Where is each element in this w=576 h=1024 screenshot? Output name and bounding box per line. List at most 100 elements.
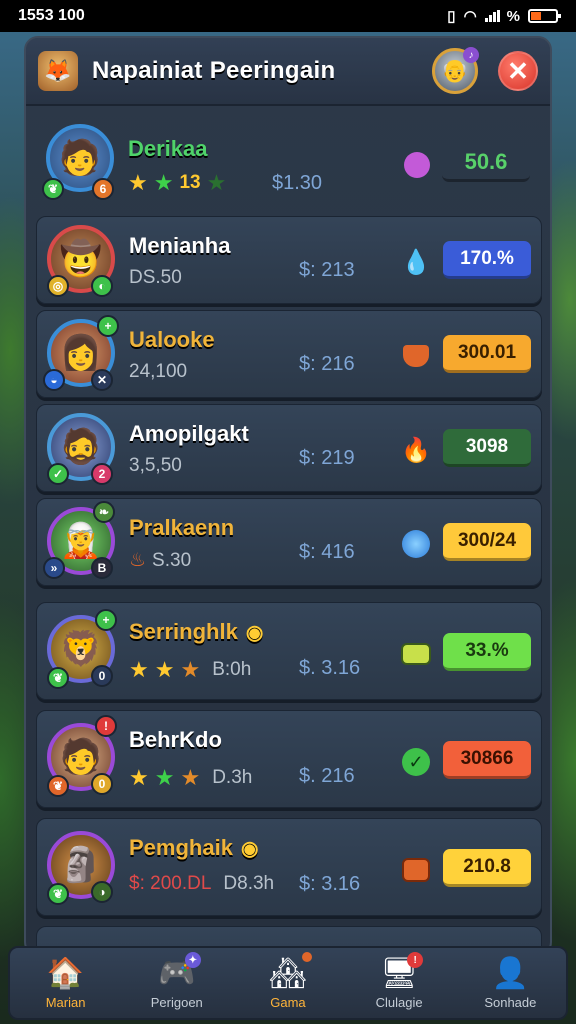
score-button[interactable]: 3098 bbox=[443, 429, 531, 467]
list-item[interactable]: 🗿 ❦ ◑ Pemghaik ◉ $: 200.DL D8.3h $: 3.16… bbox=[36, 818, 542, 916]
profile-icon: 👤 bbox=[491, 957, 530, 990]
avatar-face-icon: 🧔 bbox=[59, 428, 103, 466]
wifi-icon: ◠ bbox=[463, 8, 477, 25]
avatar-face-icon: 🧝 bbox=[59, 522, 103, 560]
player-name: Serringhlk ◉ bbox=[129, 619, 263, 645]
list-item[interactable]: 🦁 + ❦ 0 Serringhlk ◉ ★ ★ ★ B:0h $. 3.16 … bbox=[36, 602, 542, 700]
player-name: Pralkaenn bbox=[129, 515, 235, 540]
star-icon: ★ bbox=[154, 765, 175, 790]
player-stat-value: S.30 bbox=[152, 549, 192, 571]
player-stats: ★ ★ ★ B:0h bbox=[129, 657, 251, 683]
player-currency: $: 200.DL bbox=[129, 873, 212, 894]
close-icon: ✕ bbox=[507, 55, 529, 86]
score-button[interactable]: 300.01 bbox=[443, 335, 531, 373]
leaf-badge-icon: ❦ bbox=[47, 775, 69, 797]
nav-label: Perigoen bbox=[150, 994, 203, 1010]
leaf-badge-icon: ❦ bbox=[47, 883, 69, 905]
player-name-text: Serringhlk bbox=[129, 619, 238, 644]
score-button[interactable]: 210.8 bbox=[443, 849, 531, 887]
profile-avatar[interactable]: 👴 ♪ bbox=[432, 47, 479, 94]
star-icon: ★ bbox=[206, 170, 227, 195]
coin-icon: ◉ bbox=[245, 621, 264, 644]
player-stat-value: B:0h bbox=[212, 659, 252, 680]
barrel-icon bbox=[401, 855, 431, 885]
player-name: Pemghaik ◉ bbox=[129, 835, 258, 861]
player-name: Ualooke bbox=[129, 327, 215, 352]
star-icon: ★ bbox=[128, 170, 148, 195]
player-stat-value: D8.3h bbox=[223, 873, 275, 894]
panel-header: 🦊 Napainiat Peeringain 👴 ♪ ✕ bbox=[26, 38, 550, 106]
list-item[interactable]: 🤠 ◎ ◐ Menianha DS.50 $: 213 💧 170.% bbox=[36, 216, 542, 304]
player-price: $. 3.16 bbox=[299, 657, 361, 679]
list-item[interactable]: 🧑 ❦ 6 Derikaa ★ ★ 13 ★ $1.30 50.6 bbox=[36, 114, 542, 210]
leaf-badge-icon: ❦ bbox=[47, 667, 69, 689]
player-price: $: 219 bbox=[299, 447, 355, 469]
score-button[interactable]: 170.% bbox=[443, 241, 531, 279]
list-item[interactable]: 🧝 ❧ » B Pralkaenn ♨ S.30 $: 416 300/24 bbox=[36, 498, 542, 586]
status-bar: 1553 100 ▯ ◠ % bbox=[0, 0, 576, 32]
gem-icon bbox=[402, 150, 432, 180]
nav-label: Gama bbox=[270, 994, 306, 1010]
star-icon: ★ bbox=[154, 657, 175, 682]
coin-icon: ◉ bbox=[240, 837, 259, 860]
avatar-face-icon: 👩 bbox=[59, 334, 103, 372]
village-icon: 🏘 bbox=[268, 957, 308, 990]
shield-badge-icon: ◒ bbox=[43, 369, 65, 391]
rank-badge-icon: 6 bbox=[92, 178, 114, 200]
nav-item-gama[interactable]: 🏘 Gama bbox=[238, 948, 338, 1018]
nav-notification-badge bbox=[301, 952, 312, 962]
leaderboard-panel: 🦊 Napainiat Peeringain 👴 ♪ ✕ 🧑 ❦ 6 Derik… bbox=[24, 36, 552, 956]
score-button[interactable]: 33.% bbox=[443, 633, 531, 671]
droplet-icon: 💧 bbox=[401, 248, 431, 276]
player-name: BehrKdo bbox=[129, 727, 222, 752]
list-item[interactable]: 🧑 ! ❦ 0 BehrKdo ★ ★ ★ D.3h $. 216 ✓ 3086… bbox=[36, 710, 542, 808]
profile-notification-badge: ♪ bbox=[463, 47, 479, 63]
score-button[interactable]: 30866 bbox=[443, 741, 531, 779]
leaf-badge-icon: ❧ bbox=[93, 501, 115, 523]
nav-item-clulagie[interactable]: 🖥 ! Clulagie bbox=[349, 948, 449, 1018]
avatar-face-icon: 🧑 bbox=[58, 139, 102, 177]
star-icon: ★ bbox=[129, 657, 149, 682]
player-price: $1.30 bbox=[272, 172, 323, 194]
shield-icon bbox=[401, 341, 431, 371]
player-price: $: 213 bbox=[299, 259, 355, 281]
plus-badge-icon: + bbox=[97, 315, 119, 337]
list-item[interactable]: 🧔 ✓ 2 Amopilgakt 3,5,50 $: 219 🔥 3098 bbox=[36, 404, 542, 492]
checkmark-icon: ✓ bbox=[401, 747, 431, 777]
nav-item-perigoen[interactable]: 🎮 ✦ Perigoen bbox=[127, 948, 227, 1018]
profile-face-icon: 👴 bbox=[441, 58, 469, 83]
battery-icon bbox=[528, 9, 561, 23]
nav-notification-badge: ✦ bbox=[184, 952, 201, 968]
check-badge-icon: ✓ bbox=[47, 463, 69, 485]
plus-badge-icon: + bbox=[95, 609, 117, 631]
signal-icon bbox=[484, 10, 500, 22]
player-price: $. 216 bbox=[299, 765, 355, 787]
leaf-badge-icon: ◐ bbox=[91, 275, 113, 297]
nav-item-marian[interactable]: 🏠 Marian bbox=[16, 948, 116, 1018]
vibrate-icon: ▯ bbox=[447, 8, 456, 25]
nav-item-sonhade[interactable]: 👤 Sonhade bbox=[460, 948, 560, 1018]
coin-badge-icon: ◎ bbox=[47, 275, 69, 297]
flame-icon: 🔥 bbox=[401, 436, 431, 464]
player-price: $: 3.16 bbox=[299, 873, 361, 895]
player-price: $: 216 bbox=[299, 353, 355, 375]
close-button[interactable]: ✕ bbox=[498, 51, 538, 91]
score-button[interactable]: 300/24 bbox=[443, 523, 531, 561]
player-level: 13 bbox=[179, 172, 201, 193]
rank-badge-icon: ◑ bbox=[91, 881, 113, 903]
player-stat-value: D.3h bbox=[212, 767, 253, 788]
battery-percent: % bbox=[506, 7, 520, 25]
leaf-badge-icon: ❦ bbox=[42, 178, 64, 200]
player-stats: ♨ S.30 bbox=[129, 549, 191, 572]
avatar-face-icon: 🦁 bbox=[59, 630, 103, 668]
rank-badge-icon: 0 bbox=[91, 773, 113, 795]
list-item[interactable]: 👩 + ◒ ✕ Ualooke 24,100 $: 216 300.01 bbox=[36, 310, 542, 398]
orb-icon bbox=[401, 529, 431, 559]
chest-icon bbox=[401, 639, 431, 669]
fire-icon: ♨ bbox=[129, 550, 147, 571]
nav-label: Sonhade bbox=[484, 994, 537, 1010]
avatar-face-icon: 🧑 bbox=[59, 738, 103, 776]
player-stats: DS.50 bbox=[129, 267, 182, 288]
star-icon: ★ bbox=[129, 765, 149, 790]
player-stats: ★ ★ 13 ★ bbox=[128, 170, 226, 196]
